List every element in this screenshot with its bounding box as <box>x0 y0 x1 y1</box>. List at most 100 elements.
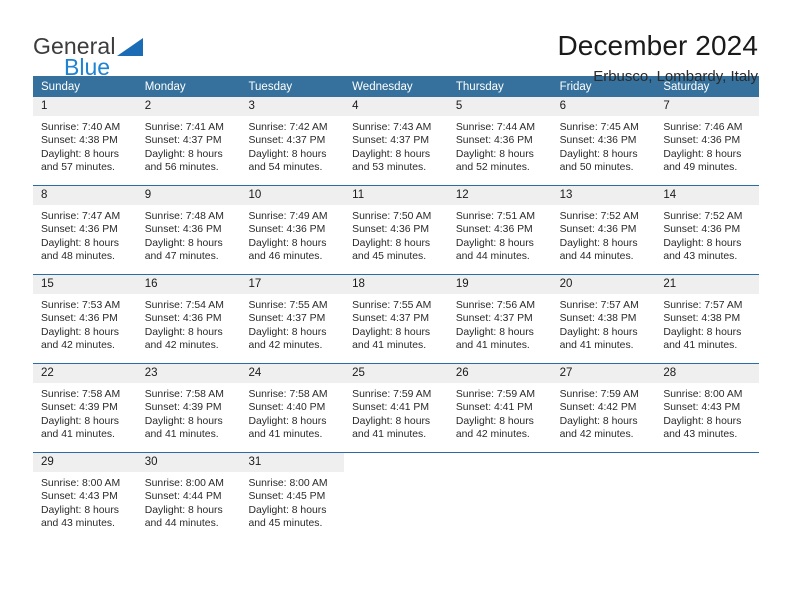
day-cell[interactable]: 5 Sunrise: 7:44 AM Sunset: 4:36 PM Daylight… <box>447 97 552 185</box>
sunset-text: Sunset: 4:36 PM <box>455 224 533 236</box>
general-blue-logo[interactable]: General Blue <box>33 28 143 79</box>
day-details: Sunrise: 7:59 AM Sunset: 4:41 PM Daylight:… <box>344 383 448 448</box>
daylight-line1: Daylight: 8 hours <box>352 148 431 160</box>
day-cell[interactable]: 7 Sunrise: 7:46 AM Sunset: 4:36 PM Daylight… <box>655 97 760 185</box>
day-number: 18 <box>344 275 448 294</box>
sunrise-text: Sunrise: 7:40 AM <box>41 122 121 133</box>
day-number: 2 <box>136 97 241 116</box>
daylight-line1: Daylight: 8 hours <box>352 326 431 338</box>
weekday-header-sunday: Sunday <box>41 81 81 93</box>
daylight-line2: and 45 minutes. <box>248 518 323 530</box>
day-details: Sunrise: 7:50 AM Sunset: 4:36 PM Daylight:… <box>344 205 448 270</box>
day-cell[interactable]: 31 Sunrise: 8:00 AM Sunset: 4:45 PM Dayligh… <box>240 453 345 539</box>
day-cell[interactable]: 23 Sunrise: 7:58 AM Sunset: 4:39 PM Dayligh… <box>136 364 241 452</box>
daylight-line2: and 41 minutes. <box>352 340 427 352</box>
day-cell[interactable]: 20 Sunrise: 7:57 AM Sunset: 4:38 PM Dayligh… <box>551 275 656 363</box>
weekday-header-row: Sunday Monday Tuesday Wednesday Thursday… <box>33 76 759 97</box>
weekday-header-saturday: Saturday <box>663 81 710 93</box>
day-details: Sunrise: 7:42 AM Sunset: 4:37 PM Daylight:… <box>240 116 344 181</box>
day-cell[interactable]: 8 Sunrise: 7:47 AM Sunset: 4:36 PM Daylight… <box>33 186 137 274</box>
day-cell[interactable]: 3 Sunrise: 7:42 AM Sunset: 4:37 PM Daylight… <box>240 97 345 185</box>
week-row: 15 Sunrise: 7:53 AM Sunset: 4:36 PM Dayligh… <box>33 274 760 363</box>
day-number: 28 <box>655 364 760 383</box>
daylight-line1: Daylight: 8 hours <box>559 237 638 249</box>
daylight-line1: Daylight: 8 hours <box>144 326 223 338</box>
sunrise-text: Sunrise: 7:52 AM <box>663 211 743 222</box>
day-details: Sunrise: 7:52 AM Sunset: 4:36 PM Daylight:… <box>655 205 759 270</box>
day-cell[interactable]: 22 Sunrise: 7:58 AM Sunset: 4:39 PM Dayligh… <box>33 364 137 452</box>
sunset-text: Sunset: 4:41 PM <box>352 402 429 414</box>
day-number: 9 <box>136 186 241 205</box>
day-cell[interactable]: 27 Sunrise: 7:59 AM Sunset: 4:42 PM Dayligh… <box>551 364 656 452</box>
day-cell[interactable]: 9 Sunrise: 7:48 AM Sunset: 4:36 PM Daylight… <box>136 186 241 274</box>
day-cell[interactable]: 25 Sunrise: 7:59 AM Sunset: 4:41 PM Dayligh… <box>344 364 448 452</box>
daylight-line2: and 49 minutes. <box>663 162 738 174</box>
day-cell[interactable]: 21 Sunrise: 7:57 AM Sunset: 4:38 PM Dayligh… <box>655 275 760 363</box>
day-details: Sunrise: 7:48 AM Sunset: 4:36 PM Daylight:… <box>137 205 241 270</box>
day-cell[interactable]: 11 Sunrise: 7:50 AM Sunset: 4:36 PM Dayligh… <box>344 186 448 274</box>
day-cell[interactable]: 29 Sunrise: 8:00 AM Sunset: 4:43 PM Dayligh… <box>33 453 137 539</box>
sunset-text: Sunset: 4:37 PM <box>248 313 326 325</box>
day-cell[interactable]: 16 Sunrise: 7:54 AM Sunset: 4:36 PM Dayligh… <box>136 275 241 363</box>
sunset-text: Sunset: 4:36 PM <box>352 224 429 236</box>
day-cell[interactable]: 1 Sunrise: 7:40 AM Sunset: 4:38 PM Daylight… <box>33 97 137 185</box>
sunset-text: Sunset: 4:36 PM <box>559 224 637 236</box>
daylight-line1: Daylight: 8 hours <box>663 237 742 249</box>
day-details: Sunrise: 7:54 AM Sunset: 4:36 PM Daylight:… <box>137 294 241 359</box>
sunrise-text: Sunrise: 7:50 AM <box>352 211 432 222</box>
day-cell-empty <box>447 453 552 539</box>
daylight-line1: Daylight: 8 hours <box>455 415 534 427</box>
day-cell[interactable]: 14 Sunrise: 7:52 AM Sunset: 4:36 PM Dayligh… <box>655 186 760 274</box>
day-number: 13 <box>551 186 656 205</box>
day-cell[interactable]: 4 Sunrise: 7:43 AM Sunset: 4:37 PM Daylight… <box>344 97 448 185</box>
day-details: Sunrise: 7:40 AM Sunset: 4:38 PM Daylight:… <box>33 116 137 181</box>
day-number: 26 <box>447 364 552 383</box>
daylight-line2: and 46 minutes. <box>248 251 323 263</box>
weekday-header-monday: Monday <box>144 81 186 93</box>
daylight-line2: and 43 minutes. <box>663 251 738 263</box>
daylight-line2: and 48 minutes. <box>41 251 115 263</box>
sunrise-text: Sunrise: 7:54 AM <box>144 300 224 311</box>
day-cell[interactable]: 2 Sunrise: 7:41 AM Sunset: 4:37 PM Daylight… <box>136 97 241 185</box>
day-cell[interactable]: 13 Sunrise: 7:52 AM Sunset: 4:36 PM Dayligh… <box>551 186 656 274</box>
day-details: Sunrise: 7:59 AM Sunset: 4:42 PM Daylight:… <box>552 383 656 448</box>
sunrise-text: Sunrise: 7:59 AM <box>352 389 432 400</box>
day-details: Sunrise: 7:58 AM Sunset: 4:39 PM Daylight:… <box>33 383 137 448</box>
day-cell[interactable]: 12 Sunrise: 7:51 AM Sunset: 4:36 PM Dayligh… <box>447 186 552 274</box>
sunrise-text: Sunrise: 7:58 AM <box>248 389 328 400</box>
sunrise-text: Sunrise: 7:42 AM <box>248 122 328 133</box>
day-number <box>448 453 552 472</box>
sunrise-text: Sunrise: 7:47 AM <box>41 211 121 222</box>
day-cell[interactable]: 24 Sunrise: 7:58 AM Sunset: 4:40 PM Dayligh… <box>240 364 345 452</box>
day-number: 29 <box>33 453 137 472</box>
sunset-text: Sunset: 4:43 PM <box>41 491 118 503</box>
day-number: 22 <box>33 364 137 383</box>
page-title: December 2024 <box>557 30 758 61</box>
day-cell[interactable]: 17 Sunrise: 7:55 AM Sunset: 4:37 PM Dayligh… <box>240 275 345 363</box>
daylight-line1: Daylight: 8 hours <box>559 148 638 160</box>
day-cell[interactable]: 30 Sunrise: 8:00 AM Sunset: 4:44 PM Dayligh… <box>136 453 241 539</box>
day-cell-empty <box>551 453 656 539</box>
sunrise-text: Sunrise: 7:57 AM <box>663 300 743 311</box>
day-cell[interactable]: 26 Sunrise: 7:59 AM Sunset: 4:41 PM Dayligh… <box>447 364 552 452</box>
day-number: 11 <box>344 186 448 205</box>
day-cell[interactable]: 18 Sunrise: 7:55 AM Sunset: 4:37 PM Dayligh… <box>344 275 448 363</box>
day-cell[interactable]: 10 Sunrise: 7:49 AM Sunset: 4:36 PM Dayligh… <box>240 186 345 274</box>
daylight-line2: and 42 minutes. <box>41 340 115 352</box>
sunset-text: Sunset: 4:37 PM <box>455 313 533 325</box>
sunrise-text: Sunrise: 7:45 AM <box>559 122 639 133</box>
sunset-text: Sunset: 4:39 PM <box>144 402 222 414</box>
day-cell[interactable]: 6 Sunrise: 7:45 AM Sunset: 4:36 PM Daylight… <box>551 97 656 185</box>
daylight-line2: and 42 minutes. <box>455 429 530 441</box>
sunrise-text: Sunrise: 8:00 AM <box>144 478 224 489</box>
daylight-line2: and 41 minutes. <box>663 340 738 352</box>
daylight-line2: and 42 minutes. <box>248 340 323 352</box>
day-cell[interactable]: 28 Sunrise: 8:00 AM Sunset: 4:43 PM Dayligh… <box>655 364 760 452</box>
sunset-text: Sunset: 4:37 PM <box>352 135 429 147</box>
day-details: Sunrise: 7:43 AM Sunset: 4:37 PM Daylight:… <box>344 116 448 181</box>
daylight-line2: and 41 minutes. <box>455 340 530 352</box>
day-cell[interactable]: 15 Sunrise: 7:53 AM Sunset: 4:36 PM Dayligh… <box>33 275 137 363</box>
week-row: 8 Sunrise: 7:47 AM Sunset: 4:36 PM Daylight… <box>33 185 760 274</box>
day-cell[interactable]: 19 Sunrise: 7:56 AM Sunset: 4:37 PM Dayligh… <box>447 275 552 363</box>
logo-triangle-icon <box>116 38 143 56</box>
